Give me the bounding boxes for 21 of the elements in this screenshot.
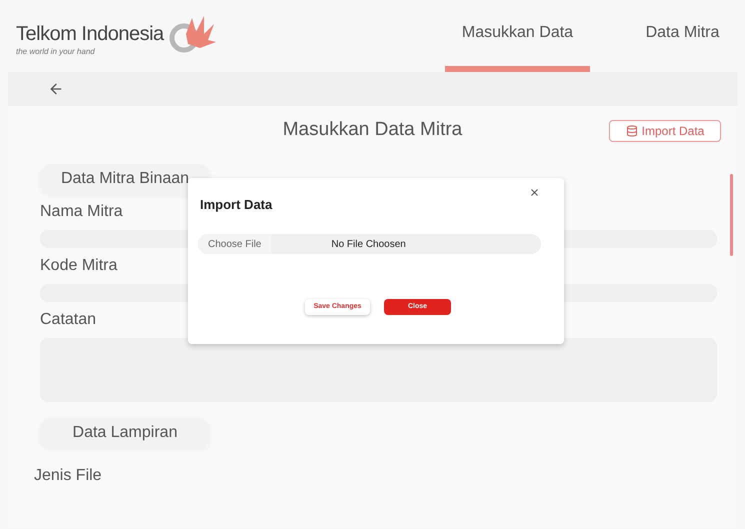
import-data-button[interactable]: Import Data [609,120,721,142]
field-label: Kode Mitra [40,256,118,276]
page-title: Masukkan Data Mitra [282,118,462,142]
brand-name: Telkom Indonesia [16,22,164,47]
notes-field[interactable] [40,338,717,402]
field-label: Catatan [40,310,96,330]
scrollbar[interactable] [730,174,733,256]
section-heading: Data Lampiran [40,418,210,448]
close-icon[interactable] [529,187,540,198]
dialog-title: Import Data [200,196,272,214]
file-input[interactable]: Choose File No File Choosen [198,234,541,254]
logo-icon [168,14,216,54]
choose-file-button[interactable]: Choose File [198,234,272,254]
back-icon[interactable] [48,81,64,97]
field-label: Jenis File [34,466,102,486]
database-icon [626,125,638,137]
file-status: No File Choosen [331,238,406,252]
section-heading: Data Mitra Binaan [40,164,210,194]
nav-tab[interactable]: Data Mitra [620,0,745,72]
field-label: Nama Mitra [40,202,123,222]
brand-tagline: the world in your hand [16,46,96,58]
